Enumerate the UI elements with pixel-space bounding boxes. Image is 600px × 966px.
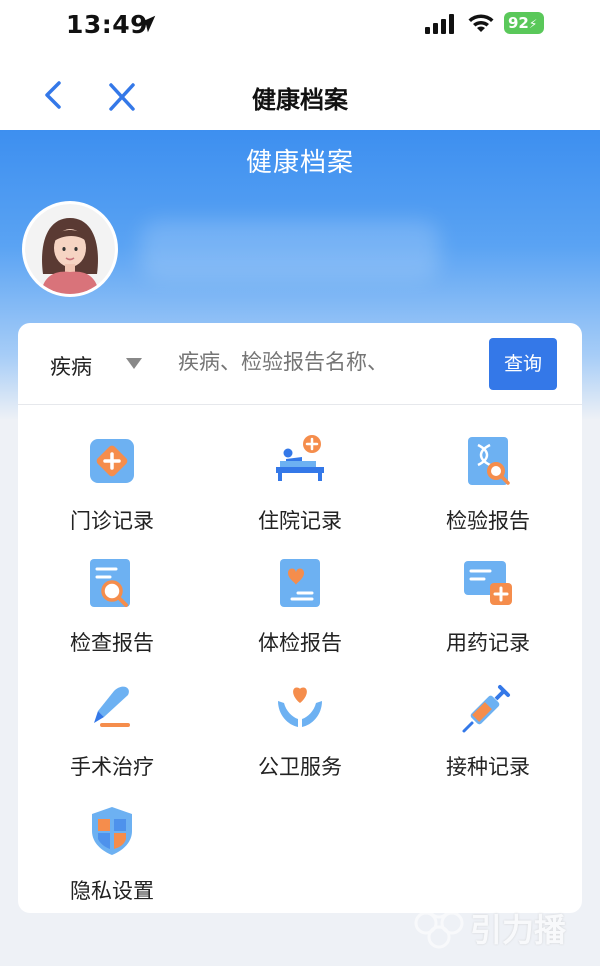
menu-item-medication[interactable]: 用药记录 [394, 555, 582, 675]
shield-icon [92, 807, 132, 855]
menu-item-label: 用药记录 [446, 631, 530, 655]
dropdown-triangle-icon[interactable] [126, 358, 142, 369]
watermark-text: 引力播 [470, 911, 567, 949]
watermark-logo: 引力播 [412, 893, 592, 955]
heart-hands-icon [278, 687, 322, 727]
scalpel-icon [94, 686, 130, 727]
menu-item-label: 门诊记录 [70, 509, 154, 533]
status-bar: 13:49 92⚡ [0, 0, 600, 52]
menu-item-inpatient-record[interactable]: 住院记录 [206, 433, 394, 553]
nav-bar: 健康档案 [0, 52, 600, 130]
menu-item-surgery[interactable]: 手术治疗 [18, 679, 206, 799]
menu-item-lab-report[interactable]: 检验报告 [394, 433, 582, 553]
battery-level: 92 [508, 14, 529, 32]
menu-item-label: 隐私设置 [70, 879, 154, 903]
query-button[interactable]: 查询 [489, 338, 557, 390]
search-input[interactable] [178, 350, 478, 374]
menu-item-privacy-settings[interactable]: 隐私设置 [18, 803, 206, 923]
menu-item-label: 检查报告 [70, 631, 154, 655]
menu-item-clinic-record[interactable]: 门诊记录 [18, 433, 206, 553]
menu-item-label: 检验报告 [446, 509, 530, 533]
clinic-record-icon [90, 439, 134, 483]
menu-item-label: 体检报告 [258, 631, 342, 655]
cellular-signal-icon [425, 14, 454, 34]
menu-item-vaccination[interactable]: 接种记录 [394, 679, 582, 799]
blurred-user-info [140, 220, 440, 280]
flower-logo-icon [414, 895, 464, 949]
page-title: 健康档案 [252, 86, 348, 114]
battery-icon: 92⚡ [504, 12, 544, 34]
syringe-icon [462, 685, 510, 733]
physical-exam-icon [280, 559, 320, 607]
hero-title: 健康档案 [245, 148, 354, 178]
records-card: 疾病 查询 门诊记录 住院记录 [18, 323, 582, 913]
menu-item-label: 公卫服务 [258, 755, 342, 779]
female-avatar-icon [25, 204, 115, 294]
location-arrow-icon [138, 15, 156, 33]
menu-item-label: 住院记录 [258, 509, 342, 533]
exam-report-icon [90, 559, 130, 607]
category-select[interactable]: 疾病 [50, 351, 92, 381]
menu-item-exam-report[interactable]: 检查报告 [18, 555, 206, 675]
medication-card-icon [464, 561, 512, 605]
avatar[interactable] [22, 201, 118, 297]
lab-dna-icon [468, 437, 510, 485]
menu-item-public-health[interactable]: 公卫服务 [206, 679, 394, 799]
menu-item-physical-exam[interactable]: 体检报告 [206, 555, 394, 675]
menu-item-label: 接种记录 [446, 755, 530, 779]
wifi-icon [468, 14, 494, 32]
search-bar: 疾病 查询 [18, 323, 582, 405]
menu-item-label: 手术治疗 [70, 755, 154, 779]
hospital-bed-icon [276, 435, 324, 481]
